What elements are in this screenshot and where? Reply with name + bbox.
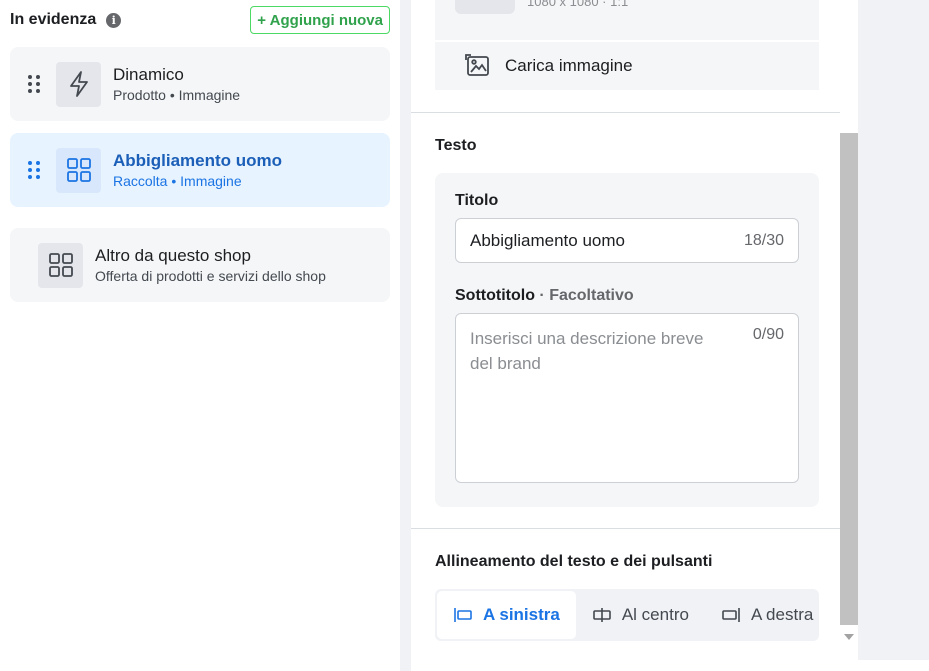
image-upload-icon [465,54,491,78]
align-left-icon [453,607,473,623]
card-title: Dinamico [113,65,184,84]
card-subtitle: Offerta di prodotti e servizi dello shop [95,268,326,284]
text-section-title: Testo [435,137,477,154]
align-right-option[interactable]: A destra [705,591,819,639]
featured-title: In evidenza [10,11,97,28]
panel-gap [400,0,411,671]
image-thumbnail [455,0,515,14]
card-subtitle: Prodotto • Immagine [113,87,241,103]
align-left-label: A sinistra [483,605,560,624]
grid-icon [56,147,101,193]
align-center-option[interactable]: Al centro [576,591,705,639]
upload-image-label: Carica immagine [505,56,633,75]
featured-header: In evidenza i + Aggiungi nuova [10,6,390,34]
scrollbar-thumb[interactable] [840,133,858,625]
alignment-segmented-control: A sinistra Al centro A destra [435,589,819,641]
add-new-button[interactable]: + Aggiungi nuova [250,6,390,34]
drag-handle-icon[interactable] [28,161,40,179]
card-title: Altro da questo shop [95,246,251,265]
grid-icon [38,242,83,288]
upload-image-button[interactable]: Carica immagine [435,42,819,90]
title-char-counter: 18/30 [743,231,784,249]
title-field-label: Titolo [455,192,499,209]
align-center-icon [592,607,612,623]
subtitle-label-text: Sottotitolo [455,287,535,304]
lightning-icon [56,61,101,107]
align-right-icon [721,607,741,623]
info-icon[interactable]: i [106,12,122,28]
section-divider [411,112,840,113]
drag-handle-icon[interactable] [28,75,40,93]
image-preview-box: 1080 x 1080 · 1:1 [435,0,819,40]
scroll-down-arrow-icon[interactable] [844,634,854,640]
align-center-label: Al centro [621,605,689,624]
subtitle-textarea[interactable]: Inserisci una descrizione breve del bran… [455,313,799,483]
subtitle-field-label: Sottotitolo · Facoltativo [455,287,634,305]
card-subtitle: Raccolta • Immagine [113,173,242,189]
subtitle-char-counter: 0/90 [752,326,784,343]
editor-panel: 1080 x 1080 · 1:1 Carica immagine Testo … [411,0,840,671]
section-divider [411,528,840,529]
text-fields-box: Titolo Abbigliamento uomo 18/30 Sottotit… [435,173,819,507]
image-dimensions: 1080 x 1080 · 1:1 [527,0,629,9]
align-right-label: A destra [750,605,814,624]
alignment-section-title: Allineamento del testo e dei pulsanti [435,553,713,570]
title-input-value: Abbigliamento uomo [470,230,625,250]
align-left-option[interactable]: A sinistra [437,591,576,639]
card-title: Abbigliamento uomo [113,151,283,170]
vertical-scrollbar[interactable] [840,0,858,671]
card-more-from-shop[interactable]: Altro da questo shop Offerta di prodotti… [10,228,390,302]
title-input[interactable]: Abbigliamento uomo 18/30 [455,218,799,263]
featured-panel: In evidenza i + Aggiungi nuova Dinamico … [0,0,400,671]
card-dynamic[interactable]: Dinamico Prodotto • Immagine [10,47,390,121]
card-menswear[interactable]: Abbigliamento uomo Raccolta • Immagine [10,133,390,207]
optional-tag: · Facoltativo [539,287,634,304]
right-background [858,0,929,660]
subtitle-placeholder: Inserisci una descrizione breve del bran… [470,329,704,373]
